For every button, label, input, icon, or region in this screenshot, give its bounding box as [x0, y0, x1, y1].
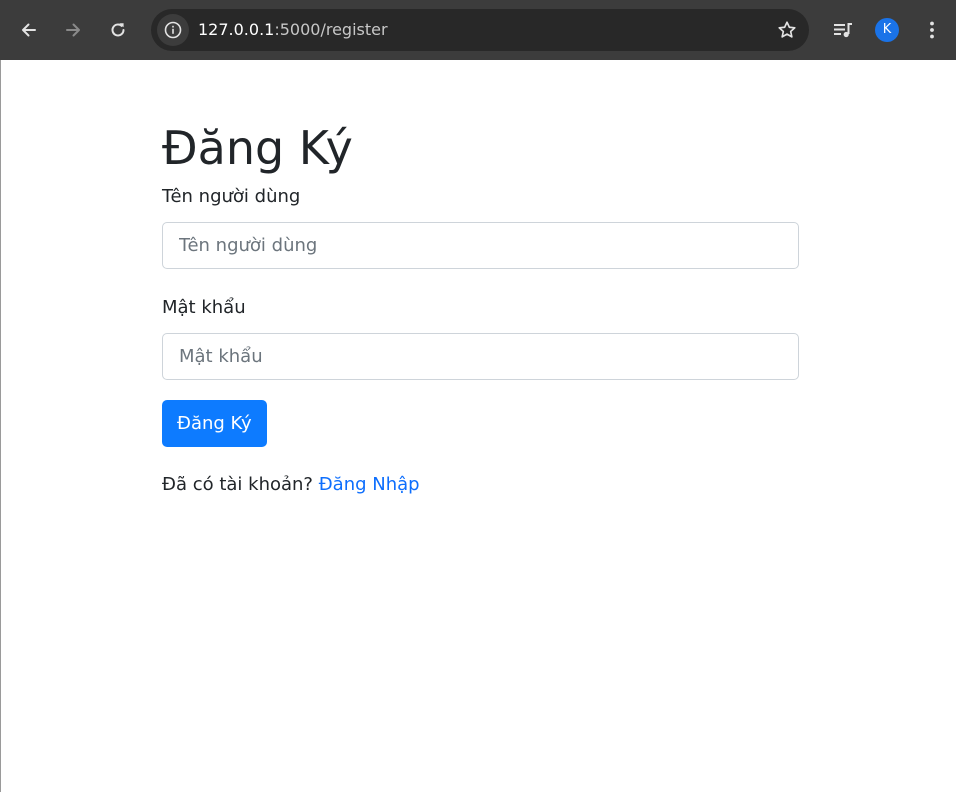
register-container: Đăng Ký Tên người dùng Mật khẩu Đăng Ký …: [162, 120, 800, 498]
profile-avatar[interactable]: K: [875, 18, 899, 42]
site-info-button[interactable]: [157, 14, 189, 46]
page-title: Đăng Ký: [162, 121, 353, 175]
forward-icon: [66, 23, 80, 37]
bookmark-star-icon: [778, 21, 796, 38]
reload-button[interactable]: [100, 12, 136, 48]
username-input[interactable]: [162, 222, 799, 269]
forward-button[interactable]: [55, 12, 91, 48]
register-button[interactable]: Đăng Ký: [162, 400, 267, 447]
password-label: Mật khẩu: [162, 297, 246, 318]
back-icon: [22, 23, 36, 37]
more-menu-icon: [930, 21, 934, 39]
login-prompt-text: Đã có tài khoản?: [162, 474, 313, 495]
site-info-icon: [164, 21, 182, 39]
back-button[interactable]: [11, 12, 47, 48]
login-link[interactable]: Đăng Nhập: [319, 474, 420, 495]
media-queue-button[interactable]: [825, 12, 861, 48]
login-prompt-line: Đã có tài khoản? Đăng Nhập: [162, 472, 800, 498]
more-menu-button[interactable]: [914, 12, 950, 48]
username-label: Tên người dùng: [162, 186, 301, 207]
register-form: Tên người dùng Mật khẩu Đăng Ký: [162, 184, 800, 447]
url-host: 127.0.0.1: [198, 20, 275, 39]
url-path: :5000/register: [274, 20, 388, 39]
browser-toolbar: 127.0.0.1:5000/register K: [0, 0, 956, 60]
media-queue-icon: [834, 23, 852, 38]
page-content: Đăng Ký Tên người dùng Mật khẩu Đăng Ký …: [0, 60, 956, 792]
password-group: Mật khẩu: [162, 295, 800, 380]
address-bar[interactable]: 127.0.0.1:5000/register: [151, 9, 809, 51]
url-text[interactable]: 127.0.0.1:5000/register: [198, 20, 388, 40]
reload-icon: [111, 23, 125, 37]
password-input[interactable]: [162, 333, 799, 380]
username-group: Tên người dùng: [162, 184, 800, 269]
bookmark-button[interactable]: [775, 18, 799, 42]
